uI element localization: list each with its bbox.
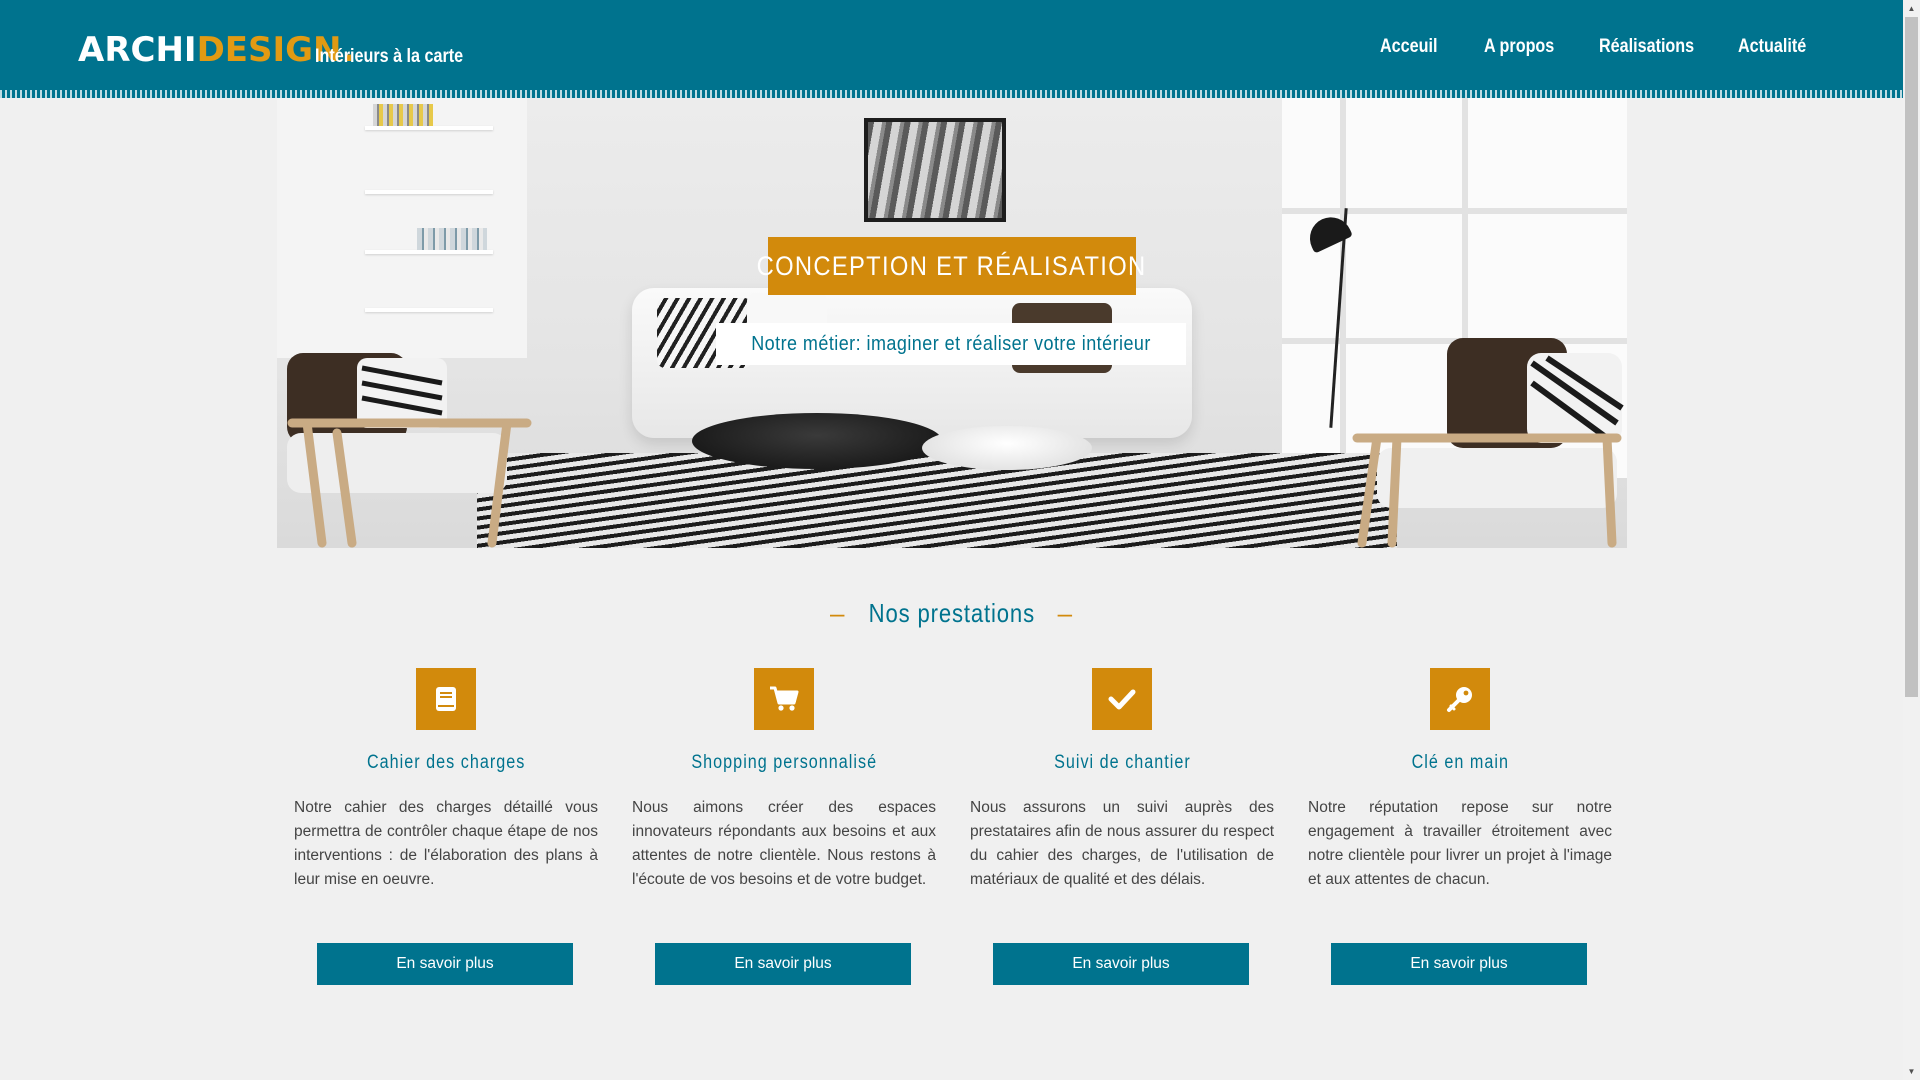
hero-shelf <box>365 308 493 312</box>
hero-shelf <box>365 126 493 130</box>
hero-coffee-table-black <box>692 413 942 469</box>
scroll-down-icon[interactable]: ▼ <box>1903 1063 1920 1080</box>
learn-more-button[interactable]: En savoir plus <box>655 943 911 985</box>
card-text: Notre réputation repose sur notre engage… <box>1308 799 1612 888</box>
hero-books <box>373 104 433 126</box>
learn-more-button[interactable]: En savoir plus <box>317 943 573 985</box>
shopping-cart-icon <box>754 668 814 730</box>
services-heading-text: Nos prestations <box>868 598 1035 628</box>
nav-item-a-propos[interactable]: A propos <box>1484 36 1554 58</box>
card-title: Clé en main <box>1308 752 1612 774</box>
card-title-text: Clé en main <box>1411 752 1509 773</box>
hero-shelf <box>365 250 493 254</box>
hero-picture-frame <box>864 118 1006 222</box>
card-title-text: Cahier des charges <box>366 752 526 773</box>
hero-shelf <box>365 190 493 194</box>
learn-more-button[interactable]: En savoir plus <box>993 943 1249 985</box>
nav-item-actualite[interactable]: Actualité <box>1738 36 1806 58</box>
nav-item-acceuil[interactable]: Acceuil <box>1380 36 1437 58</box>
book-icon <box>416 668 476 730</box>
card-title: Suivi de chantier <box>970 752 1274 774</box>
hero-armchair-right <box>1352 338 1624 548</box>
hero-subtitle: Notre métier: imaginer et réaliser votre… <box>716 323 1186 365</box>
card-title: Cahier des charges <box>294 752 598 774</box>
hero-books <box>417 228 487 250</box>
scroll-up-icon[interactable]: ▲ <box>1903 0 1920 17</box>
header-stripe <box>0 90 1903 98</box>
hero-title-text: CONCEPTION ET RÉALISATION <box>757 250 1147 281</box>
card-text: Nous aimons créer des espaces innovateur… <box>632 799 936 888</box>
hero-armchair-left <box>287 353 532 548</box>
page-scrollbar[interactable]: ▲ ▼ <box>1903 0 1920 1080</box>
hero-title: CONCEPTION ET RÉALISATION <box>757 237 1146 295</box>
heading-dash: – <box>829 598 846 628</box>
hero-rug <box>477 453 1397 548</box>
hero-coffee-table-white <box>922 426 1092 470</box>
card-title-text: Suivi de chantier <box>1053 752 1191 773</box>
card-text: Nous assurons un suivi auprès des presta… <box>970 799 1274 888</box>
heading-dash: – <box>1057 598 1074 628</box>
scrollbar-thumb[interactable] <box>1905 17 1918 697</box>
services-heading: – Nos prestations – <box>0 598 1903 629</box>
nav-item-realisations[interactable]: Réalisations <box>1599 36 1694 58</box>
key-icon <box>1430 668 1490 730</box>
learn-more-button[interactable]: En savoir plus <box>1331 943 1587 985</box>
hero-banner: CONCEPTION ET RÉALISATION Notre métier: … <box>277 98 1627 548</box>
main-nav: Acceuil A propos Réalisations Actualité <box>0 36 1903 66</box>
card-title: Shopping personnalisé <box>632 752 936 774</box>
site-header: ARCHI DESIGN . Intérieurs à la carte Acc… <box>0 0 1903 98</box>
card-title-text: Shopping personnalisé <box>691 752 877 773</box>
card-text: Notre cahier des charges détaillé vous p… <box>294 799 598 888</box>
checkmark-icon <box>1092 668 1152 730</box>
hero-subtitle-text: Notre métier: imaginer et réaliser votre… <box>751 332 1151 355</box>
